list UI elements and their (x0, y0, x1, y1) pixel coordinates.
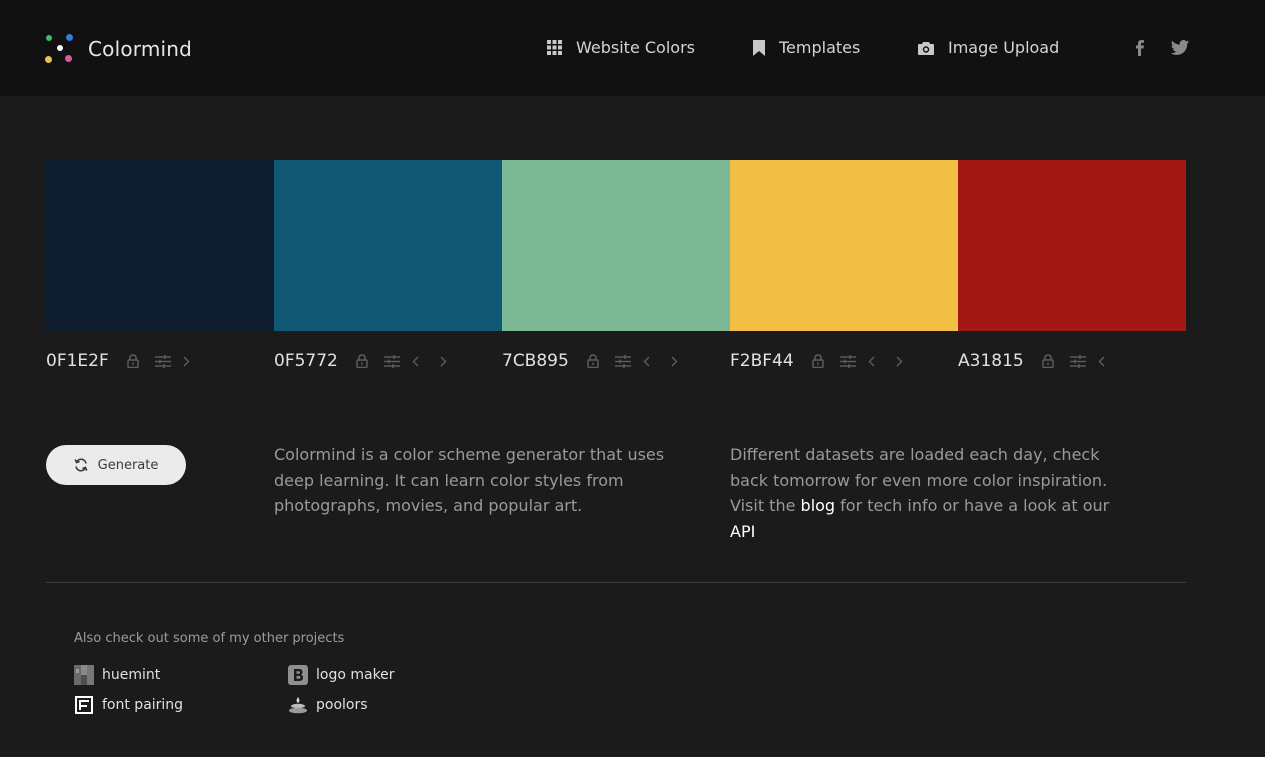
project-font-pairing[interactable]: font pairing (74, 695, 183, 715)
nav-templates[interactable]: Templates (753, 38, 860, 57)
project-poolors[interactable]: poolors (288, 695, 368, 715)
chevron-right-icon (896, 356, 903, 366)
adjust-icon (614, 354, 631, 368)
move-left-button[interactable] (868, 349, 896, 373)
refresh-icon (74, 458, 88, 472)
color-swatch-5[interactable] (958, 160, 1186, 331)
adjust-icon (1069, 354, 1086, 368)
adjust-button[interactable] (383, 349, 412, 373)
move-left-button[interactable] (643, 349, 671, 373)
adjust-button[interactable] (1069, 349, 1098, 373)
lock-button[interactable] (811, 349, 840, 373)
move-left-button[interactable] (1098, 349, 1126, 373)
nav-image-upload[interactable]: Image Upload (918, 38, 1059, 57)
camera-icon (918, 41, 934, 55)
project-label: font pairing (102, 697, 184, 713)
hex-code[interactable]: 7CB895 (502, 351, 569, 371)
project-label: logo maker (316, 667, 395, 683)
grid-icon (547, 40, 562, 55)
lock-icon (811, 354, 824, 368)
adjust-icon (839, 354, 856, 368)
brand-name: Colormind (88, 37, 193, 61)
facebook-link[interactable] (1130, 38, 1150, 58)
move-right-button[interactable] (671, 349, 699, 373)
color-swatch-1[interactable] (46, 160, 274, 331)
twitter-link[interactable] (1170, 38, 1190, 58)
other-projects-heading: Also check out some of my other projects (74, 631, 345, 646)
adjust-icon (383, 354, 400, 368)
lock-button[interactable] (127, 349, 155, 373)
colormind-logo-icon (45, 34, 75, 64)
nav-label: Templates (779, 38, 861, 57)
adjust-button[interactable] (614, 349, 643, 373)
move-right-button[interactable] (896, 349, 924, 373)
blog-link[interactable]: blog (801, 496, 836, 515)
move-right-button[interactable] (183, 349, 211, 373)
hex-code[interactable]: A31815 (958, 351, 1024, 371)
color-swatch-2[interactable] (274, 160, 502, 331)
move-left-button[interactable] (412, 349, 440, 373)
adjust-icon (154, 354, 171, 368)
chevron-left-icon (868, 356, 875, 366)
dataset-text-2: for tech info or have a look at our (835, 496, 1110, 515)
project-label: huemint (102, 667, 161, 683)
chevron-right-icon (183, 356, 190, 366)
project-huemint[interactable]: huemint (74, 665, 160, 685)
nav-label: Image Upload (948, 38, 1060, 57)
lock-icon (127, 354, 139, 368)
huemint-icon (74, 665, 94, 685)
logo-maker-icon (288, 665, 308, 685)
chevron-left-icon (643, 356, 650, 366)
top-header: Colormind Website Colors Templates Image… (0, 0, 1265, 96)
lock-icon (356, 354, 368, 368)
poolors-icon (289, 697, 307, 714)
font-pairing-icon (75, 696, 93, 714)
lock-icon (587, 354, 599, 368)
project-label: poolors (316, 697, 368, 713)
intro-description: Colormind is a color scheme generator th… (274, 445, 665, 515)
swatch-controls-5: A31815 (958, 348, 1126, 374)
generate-label: Generate (97, 457, 159, 473)
swatch-controls-2: 0F5772 (274, 348, 468, 374)
brand-logo[interactable]: Colormind (45, 34, 192, 64)
swatch-controls-3: 7CB895 (502, 348, 699, 374)
chevron-right-icon (671, 356, 678, 366)
move-right-button[interactable] (440, 349, 468, 373)
chevron-left-icon (1098, 356, 1105, 366)
hex-code[interactable]: F2BF44 (730, 351, 794, 371)
adjust-button[interactable] (839, 349, 868, 373)
lock-button[interactable] (356, 349, 384, 373)
hex-code[interactable]: 0F1E2F (46, 351, 109, 371)
dataset-description: Different datasets are loaded each day, … (730, 442, 1120, 544)
swatch-controls-1: 0F1E2F (46, 348, 211, 374)
facebook-icon (1136, 40, 1144, 56)
project-logo-maker[interactable]: logo maker (288, 665, 395, 685)
section-divider (46, 582, 1186, 583)
generate-button[interactable]: Generate (46, 445, 186, 485)
color-swatch-3[interactable] (502, 160, 730, 331)
twitter-icon (1170, 40, 1190, 55)
nav-label: Website Colors (576, 38, 695, 57)
chevron-left-icon (412, 356, 419, 366)
color-palette (46, 160, 1186, 331)
chevron-right-icon (440, 356, 447, 366)
lock-button[interactable] (587, 349, 615, 373)
nav-website-colors[interactable]: Website Colors (547, 38, 695, 57)
bookmark-icon (753, 39, 765, 56)
lock-button[interactable] (1042, 349, 1070, 373)
lock-icon (1042, 354, 1054, 368)
hex-code[interactable]: 0F5772 (274, 351, 338, 371)
swatch-controls-4: F2BF44 (730, 348, 924, 374)
adjust-button[interactable] (154, 349, 183, 373)
api-link[interactable]: API (730, 522, 755, 541)
color-swatch-4[interactable] (730, 160, 958, 331)
